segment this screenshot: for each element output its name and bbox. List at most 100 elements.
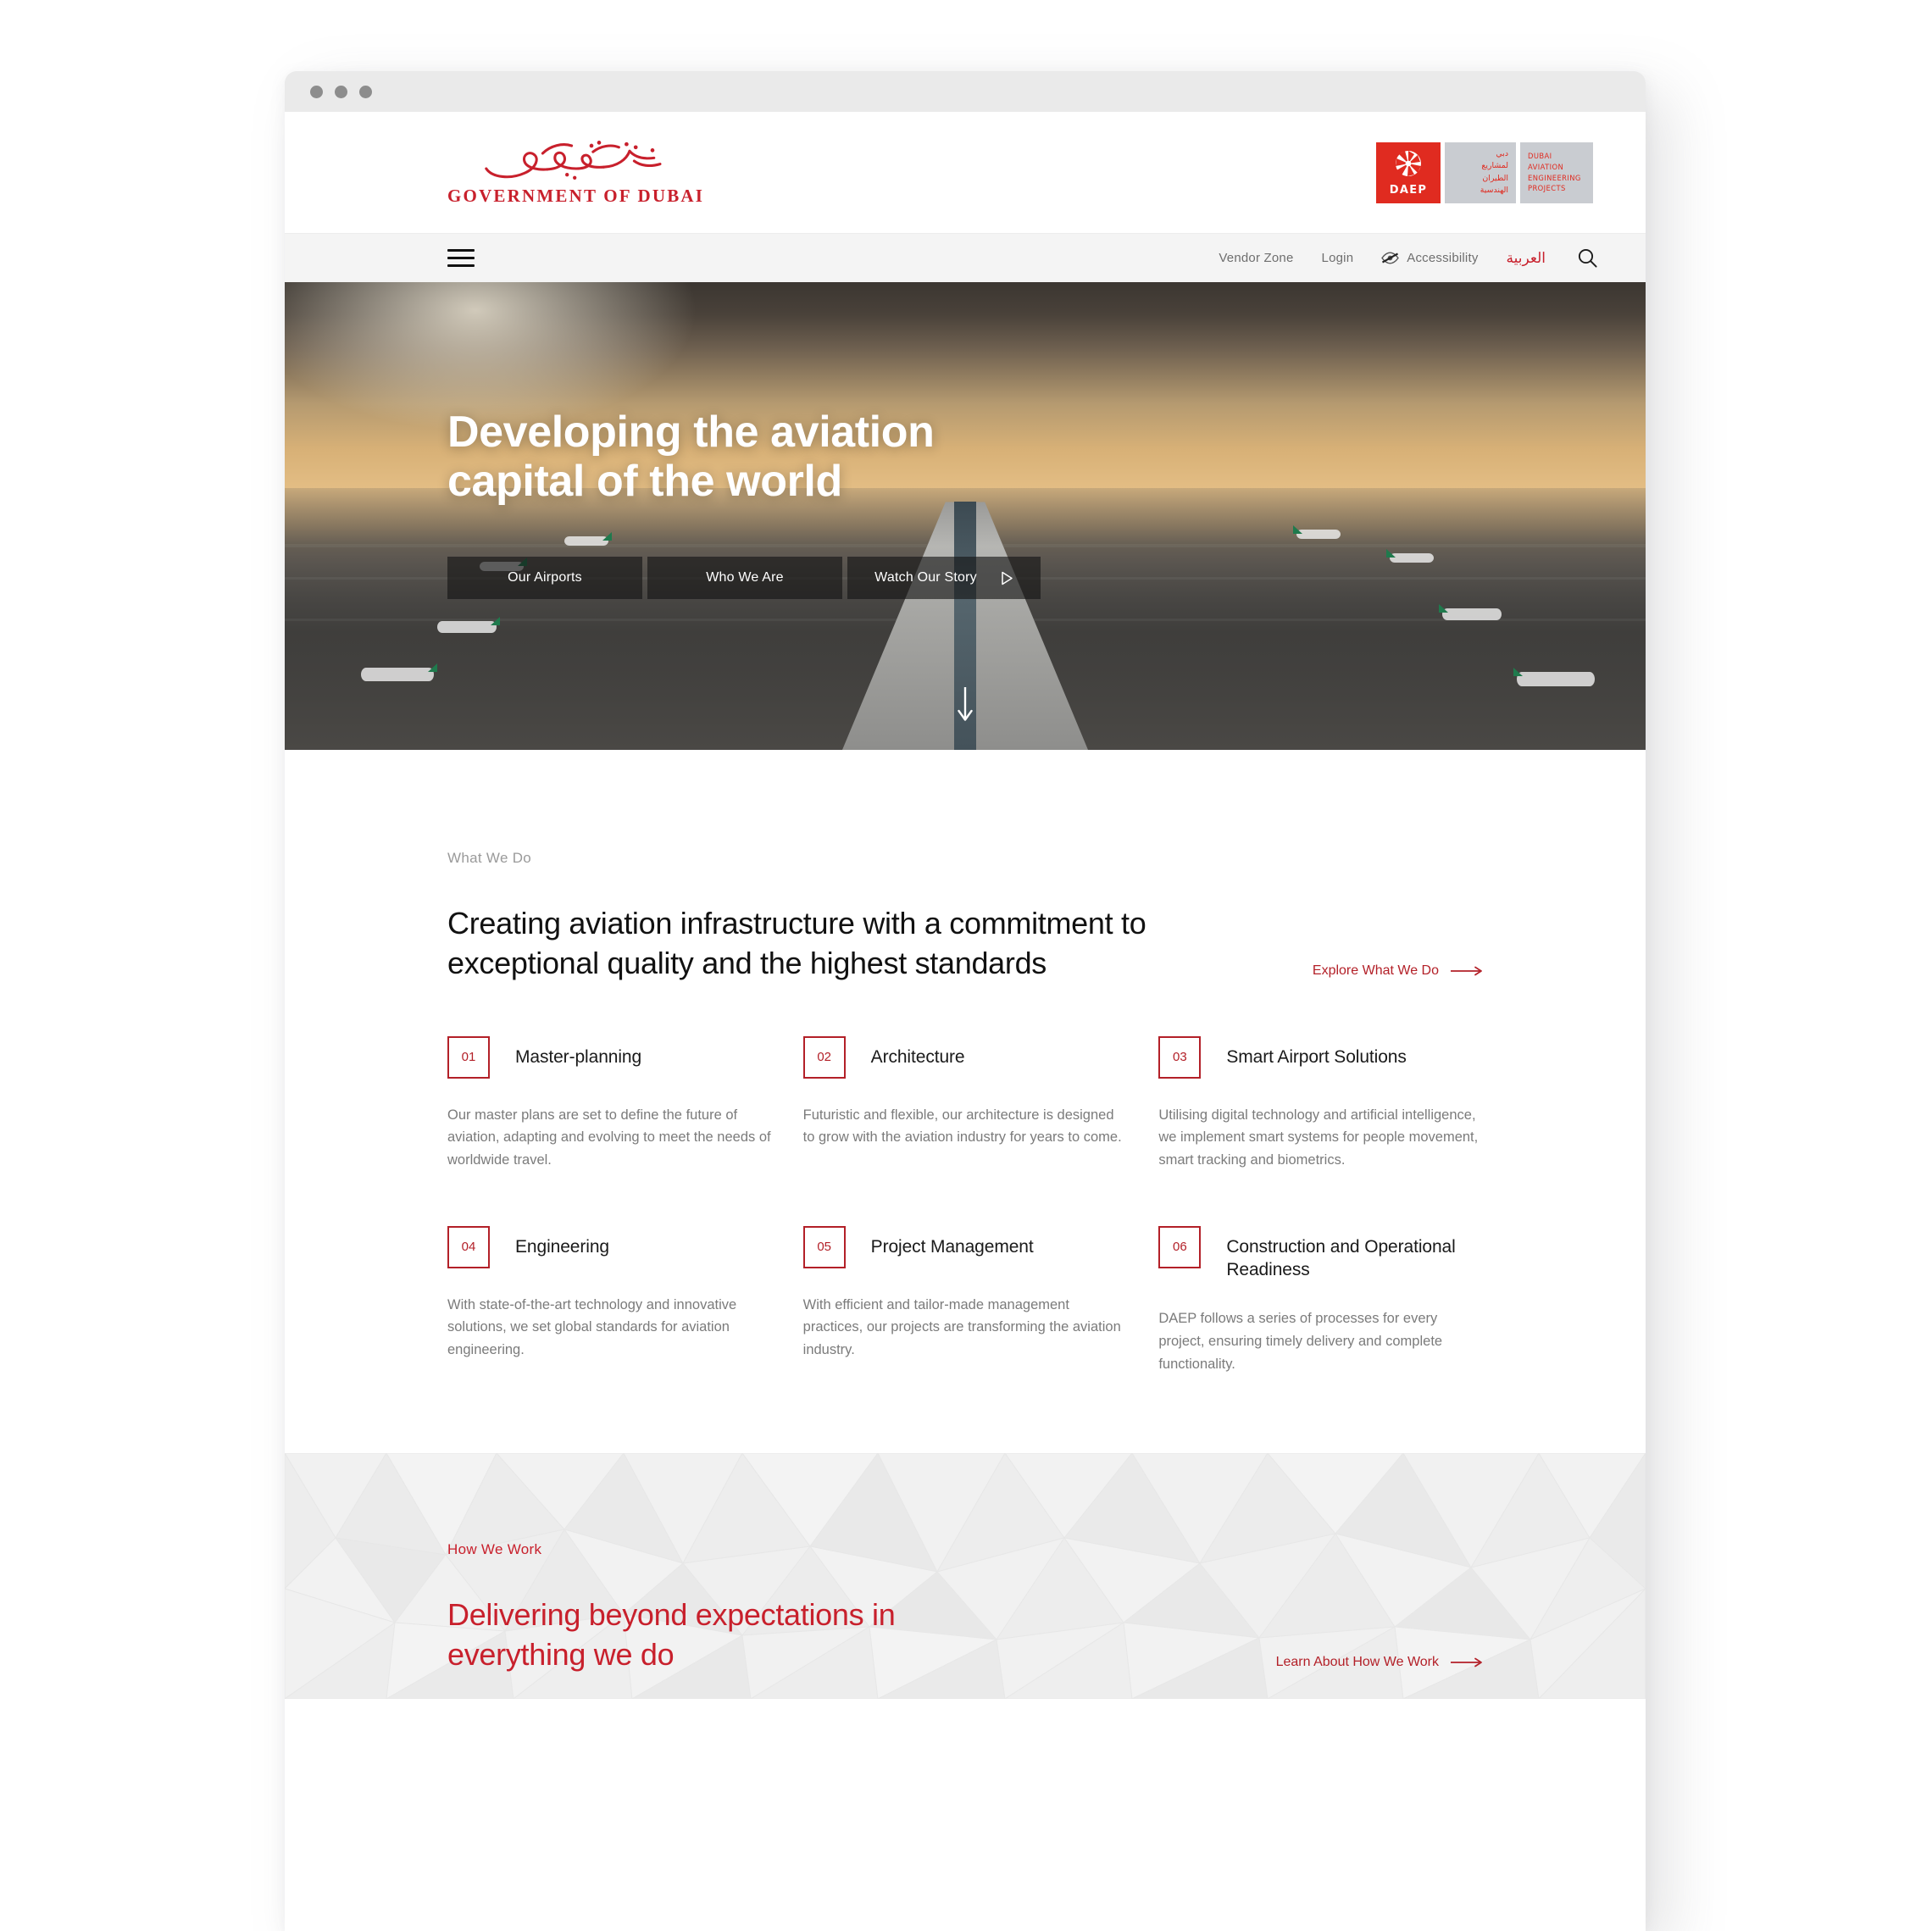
hamburger-bar xyxy=(447,249,475,252)
service-number: 06 xyxy=(1158,1225,1202,1268)
daep-english-line-1: DUBAI xyxy=(1528,152,1552,161)
eye-slash-icon xyxy=(1381,252,1400,264)
daep-logo[interactable]: DAEP دبي لمشاريع الطيران الهندسية DUBAI … xyxy=(1376,141,1593,203)
daep-english-line-2: AVIATION xyxy=(1528,162,1564,171)
learn-about-how-we-work-label: Learn About How We Work xyxy=(1275,1654,1439,1669)
government-of-dubai-logo[interactable]: GOVERNMENT OF DUBAI xyxy=(447,138,704,207)
daep-arabic-line-4: الهندسية xyxy=(1480,185,1508,195)
explore-what-we-do-label: Explore What We Do xyxy=(1312,963,1439,978)
arrow-right-icon xyxy=(1451,1657,1482,1667)
our-airports-label: Our Airports xyxy=(508,570,582,585)
aircraft xyxy=(1390,553,1434,563)
arrow-right-icon xyxy=(1451,966,1482,975)
nav-link-accessibility[interactable]: Accessibility xyxy=(1381,251,1478,265)
main-navigation-bar: Vendor Zone Login Accessibility العربية xyxy=(285,233,1646,282)
government-of-dubai-label: GOVERNMENT OF DUBAI xyxy=(447,186,705,206)
nav-link-vendor-zone[interactable]: Vendor Zone xyxy=(1219,251,1293,265)
search-icon[interactable] xyxy=(1577,247,1598,269)
hero-title-line-1: Developing the aviation xyxy=(447,408,935,457)
aircraft xyxy=(361,668,434,681)
service-card-smart-airport-solutions[interactable]: 03 Smart Airport Solutions Utilising dig… xyxy=(1158,1035,1483,1172)
how-we-work-heading-row: Delivering beyond expectations in everyt… xyxy=(447,1595,1483,1675)
aircraft xyxy=(1442,608,1502,620)
arrow-down-icon xyxy=(958,687,973,721)
service-title: Smart Airport Solutions xyxy=(1226,1046,1407,1067)
service-title: Engineering xyxy=(515,1236,609,1257)
service-card-project-management[interactable]: 05 Project Management With efficient and… xyxy=(802,1225,1128,1376)
service-head: 02 Architecture xyxy=(802,1035,1128,1079)
our-airports-button[interactable]: Our Airports xyxy=(447,557,642,600)
window-close-dot[interactable] xyxy=(310,85,323,98)
service-head: 06 Construction and Operational Readines… xyxy=(1158,1225,1483,1282)
service-description: Futuristic and flexible, our architectur… xyxy=(802,1107,1122,1146)
daep-english-line-4: PROJECTS xyxy=(1528,184,1566,193)
window-maximize-dot[interactable] xyxy=(359,85,372,98)
service-description: With efficient and tailor-made managemen… xyxy=(802,1296,1121,1358)
service-card-architecture[interactable]: 02 Architecture Futuristic and flexible,… xyxy=(802,1035,1128,1172)
learn-about-how-we-work-link[interactable]: Learn About How We Work xyxy=(1276,1655,1483,1675)
daep-globe-icon xyxy=(1396,150,1421,176)
what-we-do-section: What We Do Creating aviation infrastruct… xyxy=(285,750,1646,1454)
service-head: 01 Master-planning xyxy=(447,1035,772,1079)
who-we-are-button[interactable]: Who We Are xyxy=(647,557,842,600)
service-description: Utilising digital technology and artific… xyxy=(1158,1107,1479,1168)
service-card-master-planning[interactable]: 01 Master-planning Our master plans are … xyxy=(447,1035,772,1172)
service-head: 04 Engineering xyxy=(447,1225,772,1268)
browser-window: GOVERNMENT OF DUBAI DAEP دبي لمشاريع الط… xyxy=(285,71,1646,1931)
service-number: 01 xyxy=(447,1035,490,1079)
daep-arabic-line-1: دبي xyxy=(1496,149,1508,159)
how-we-work-eyebrow: How We Work xyxy=(447,1541,542,1558)
watch-our-story-label: Watch Our Story xyxy=(874,570,977,585)
watch-our-story-button[interactable]: Watch Our Story xyxy=(847,557,1041,600)
how-we-work-title-line-2: everything we do xyxy=(447,1637,675,1673)
accessibility-label: Accessibility xyxy=(1407,251,1479,265)
service-number: 04 xyxy=(447,1225,490,1268)
daep-wordmark: DAEP xyxy=(1389,183,1428,197)
service-head: 03 Smart Airport Solutions xyxy=(1158,1035,1483,1079)
window-minimize-dot[interactable] xyxy=(335,85,347,98)
service-title: Master-planning xyxy=(515,1046,642,1067)
how-we-work-section: How We Work Delivering beyond expectatio… xyxy=(285,1453,1646,1700)
hamburger-bar xyxy=(447,264,475,267)
hero-content: Developing the aviation capital of the w… xyxy=(447,408,1041,600)
service-description: With state-of-the-art technology and inn… xyxy=(447,1296,737,1358)
who-we-are-label: Who We Are xyxy=(706,570,784,585)
what-we-do-title: Creating aviation infrastructure with a … xyxy=(447,906,1146,980)
service-description: DAEP follows a series of processes for e… xyxy=(1158,1311,1443,1372)
service-number: 05 xyxy=(802,1225,846,1268)
how-we-work-content: How We Work Delivering beyond expectatio… xyxy=(447,1541,1483,1675)
hamburger-menu-icon[interactable] xyxy=(447,249,475,267)
daep-logo-mark-block: DAEP xyxy=(1376,141,1441,203)
service-head: 05 Project Management xyxy=(802,1225,1128,1268)
aircraft xyxy=(437,621,497,633)
service-title: Construction and Operational Readiness xyxy=(1226,1236,1456,1280)
hero-title: Developing the aviation capital of the w… xyxy=(447,408,1041,506)
browser-titlebar xyxy=(285,71,1646,112)
daep-arabic-line-2: لمشاريع xyxy=(1481,161,1508,171)
service-number: 03 xyxy=(1158,1035,1202,1079)
hero-section: Developing the aviation capital of the w… xyxy=(285,282,1646,750)
service-title: Architecture xyxy=(870,1046,965,1067)
explore-what-we-do-link[interactable]: Explore What We Do xyxy=(1313,963,1483,984)
what-we-do-heading-row: Creating aviation infrastructure with a … xyxy=(447,904,1483,984)
how-we-work-title-line-1: Delivering beyond expectations in xyxy=(447,1597,896,1633)
nav-link-login[interactable]: Login xyxy=(1322,251,1354,265)
service-title: Project Management xyxy=(870,1236,1034,1257)
hero-title-line-2: capital of the world xyxy=(447,457,842,507)
play-icon xyxy=(1002,571,1013,585)
nav-link-arabic-toggle[interactable]: العربية xyxy=(1507,250,1546,267)
hamburger-bar xyxy=(447,257,475,259)
site-logo-bar: GOVERNMENT OF DUBAI DAEP دبي لمشاريع الط… xyxy=(285,112,1646,233)
aircraft xyxy=(1296,530,1341,539)
service-number: 02 xyxy=(802,1035,846,1079)
nav-right-group: Vendor Zone Login Accessibility العربية xyxy=(1219,247,1598,269)
aircraft xyxy=(1517,672,1595,686)
daep-english-line-3: ENGINEERING xyxy=(1528,173,1581,182)
what-we-do-eyebrow: What We Do xyxy=(447,850,532,866)
dubai-arabic-calligraphy-icon xyxy=(484,141,662,180)
services-grid: 01 Master-planning Our master plans are … xyxy=(447,1035,1483,1376)
service-card-construction-operational-readiness[interactable]: 06 Construction and Operational Readines… xyxy=(1158,1225,1483,1376)
daep-arabic-line-3: الطيران xyxy=(1482,173,1508,183)
scroll-down-arrow-icon[interactable] xyxy=(956,686,974,726)
service-card-engineering[interactable]: 04 Engineering With state-of-the-art tec… xyxy=(447,1225,772,1376)
